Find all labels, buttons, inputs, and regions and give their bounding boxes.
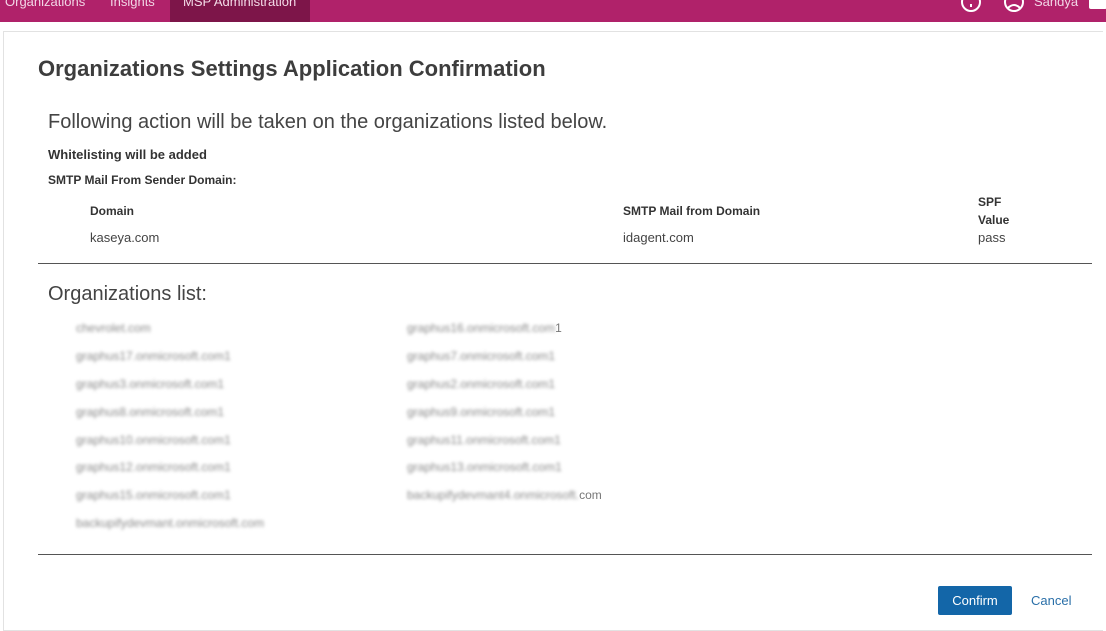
column-header-domain: Domain [90, 204, 135, 218]
list-item: graphus7.onmicrosoft.com1 [407, 349, 556, 363]
table-cell-smtp-domain: idagent.com [623, 230, 694, 245]
list-item: chevrolet.com [76, 321, 151, 335]
page-title: Organizations Settings Application Confi… [38, 56, 546, 81]
spf-header-line-1: SPF [978, 195, 1002, 209]
list-item: backupifydevmant.onmicrosoft.com [76, 516, 265, 530]
spf-header-line-2: Value [978, 213, 1010, 227]
list-item: backupifydevmant4.onmicrosoft.com [407, 488, 602, 502]
menu-icon[interactable] [1089, 0, 1106, 9]
help-icon[interactable] [960, 0, 982, 13]
nav-item-organizations[interactable]: Organizations [0, 0, 98, 22]
top-nav-bar: Organizations Insights MSP Administratio… [0, 0, 1106, 22]
cancel-button[interactable]: Cancel [1024, 586, 1078, 615]
action-text: Whitelisting will be added [48, 147, 207, 162]
column-header-spf-value: SPF Value [978, 193, 1009, 229]
nav-item-msp-administration[interactable]: MSP Administration [170, 0, 310, 22]
list-item: graphus9.onmicrosoft.com1 [407, 405, 556, 419]
list-item: graphus11.onmicrosoft.com1 [407, 433, 561, 447]
list-item: graphus3.onmicrosoft.com1 [76, 377, 225, 391]
lead-text: Following action will be taken on the or… [48, 111, 608, 133]
user-name[interactable]: Sandya [1034, 0, 1078, 13]
list-item: graphus12.onmicrosoft.com1 [76, 460, 231, 474]
divider [38, 554, 1092, 555]
section-label: SMTP Mail From Sender Domain: [48, 173, 237, 187]
confirm-button[interactable]: Confirm [938, 586, 1012, 615]
column-header-smtp-domain: SMTP Mail from Domain [623, 204, 761, 218]
divider [38, 263, 1092, 264]
user-icon[interactable] [1003, 0, 1025, 13]
table-cell-spf-value: pass [978, 230, 1006, 245]
list-item: graphus17.onmicrosoft.com1 [76, 349, 231, 363]
list-item: graphus10.onmicrosoft.com1 [76, 433, 231, 447]
list-item: graphus2.onmicrosoft.com1 [407, 377, 556, 391]
list-item: graphus15.onmicrosoft.com1 [76, 488, 231, 502]
table-cell-domain: kaseya.com [90, 230, 160, 245]
organizations-heading: Organizations list: [48, 283, 207, 305]
nav-item-insights[interactable]: Insights [97, 0, 168, 22]
list-item: graphus13.onmicrosoft.com1 [407, 460, 562, 474]
list-item: graphus16.onmicrosoft.com1 [407, 321, 562, 335]
list-item: graphus8.onmicrosoft.com1 [76, 405, 225, 419]
